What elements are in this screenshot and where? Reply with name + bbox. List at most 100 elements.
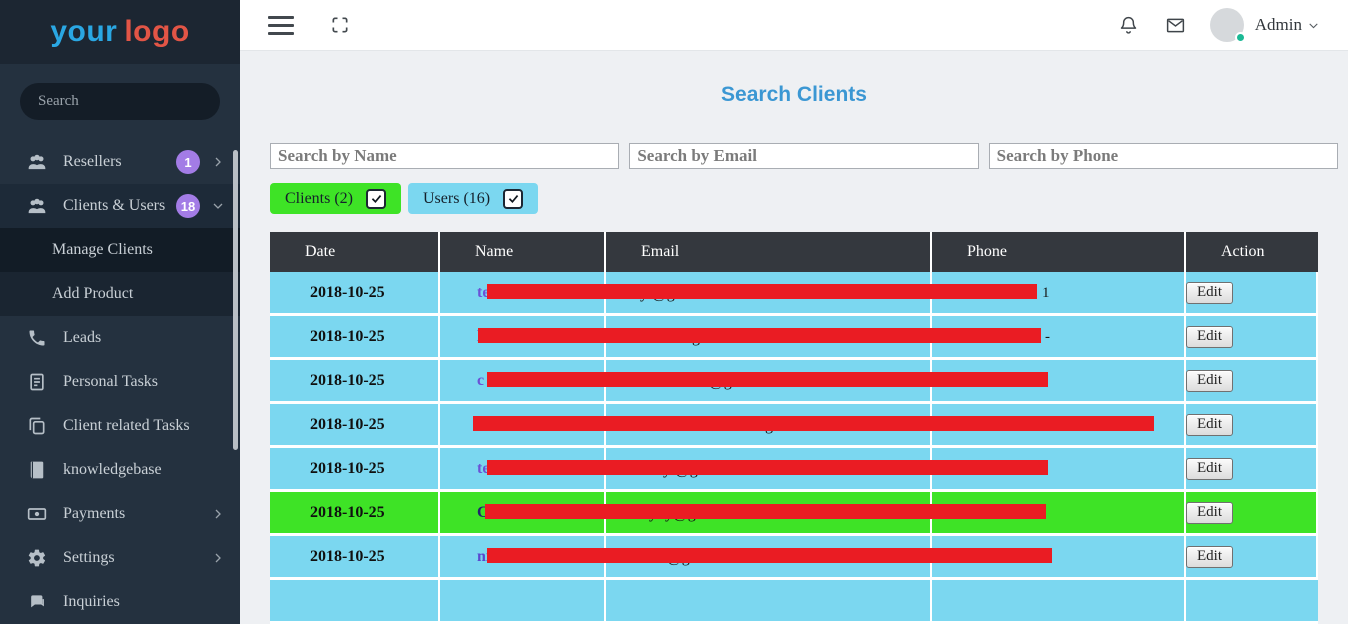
notifications-bell-icon[interactable] [1118,15,1139,36]
chevron-right-icon [212,508,224,520]
cell-date: 2018-10-25 [270,448,440,489]
column-header-email: Email [606,232,932,272]
cell-date: 2018-10-25 [270,360,440,401]
visible-text-fragment: 1 [1042,285,1050,302]
sidebar-item-add-product[interactable]: Add Product [0,272,240,316]
cell-action [1186,580,1318,621]
table-row: 2018-10-25niEdit@g [270,536,1318,580]
search-filters-row [270,143,1338,169]
cell-name [440,580,606,621]
column-header-action: Action [1186,232,1318,272]
fullscreen-icon[interactable] [330,15,350,35]
cell-date [270,580,440,621]
redaction-bar [473,416,1154,431]
document-icon [26,371,48,393]
sidebar-item-resellers[interactable]: Resellers 1 [0,140,240,184]
table-row: 2018-10-25lEditg- [270,316,1318,360]
sidebar-item-clients-users[interactable]: Clients & Users 18 [0,184,240,228]
user-menu-label[interactable]: Admin [1255,15,1302,35]
users-icon [26,195,48,217]
column-header-name: Name [440,232,606,272]
page-title: Search Clients [240,83,1348,107]
cell-phone [932,580,1186,621]
clients-table: Date Name Email Phone Action 2018-10-25t… [270,232,1318,624]
book-icon [26,459,48,481]
logo: your logo [0,0,240,64]
sidebar-nav: Resellers 1 Clients & Users 18 Manage Cl… [0,140,240,624]
clients-filter-label: Clients (2) [285,190,353,208]
sidebar-item-label: knowledgebase [63,461,162,479]
edit-button[interactable]: Edit [1186,458,1233,480]
sidebar-item-payments[interactable]: Payments [0,492,240,536]
table-header: Date Name Email Phone Action [270,232,1318,272]
table-row: 2018-10-25CEdity y@g [270,492,1318,536]
table-row [270,580,1318,624]
sidebar-item-settings[interactable]: Settings [0,536,240,580]
search-by-name-input[interactable] [270,143,619,169]
sidebar-item-label: Add Product [52,285,133,303]
column-header-phone: Phone [932,232,1186,272]
users-icon [26,151,48,173]
sidebar-item-label: Payments [63,505,125,523]
sidebar-item-label: Manage Clients [52,241,153,259]
column-header-date: Date [270,232,440,272]
main-content: Search Clients Clients (2) Users (16) [240,51,1348,624]
hamburger-menu-icon[interactable] [268,16,294,35]
cell-date: 2018-10-25 [270,272,440,313]
sidebar-item-personal-tasks[interactable]: Personal Tasks [0,360,240,404]
edit-button[interactable]: Edit [1186,326,1233,348]
search-by-email-input[interactable] [629,143,978,169]
type-filter-row: Clients (2) Users (16) [270,183,1348,214]
edit-button[interactable]: Edit [1186,502,1233,524]
cell-date: 2018-10-25 [270,404,440,445]
logo-part-your: your [50,15,117,49]
table-row: 2018-10-25teEdity @g1 [270,272,1318,316]
users-filter-toggle[interactable]: Users (16) [408,183,538,214]
table-row: 2018-10-25Editg [270,404,1318,448]
cell-action: Edit [1186,448,1318,489]
sidebar-item-inquiries[interactable]: Inquiries [0,580,240,624]
sidebar-item-knowledgebase[interactable]: knowledgebase [0,448,240,492]
clients-table-body: 2018-10-25teEdity @g12018-10-25lEditg-20… [270,272,1318,624]
copy-icon [26,415,48,437]
sidebar-item-label: Settings [63,549,115,567]
cell-action: Edit [1186,316,1318,357]
cell-action: Edit [1186,272,1318,313]
table-row: 2018-10-25cEdit@g [270,360,1318,404]
edit-button[interactable]: Edit [1186,370,1233,392]
logo-part-logo: logo [124,15,189,49]
messages-envelope-icon[interactable] [1165,15,1186,36]
search-by-phone-input[interactable] [989,143,1338,169]
edit-button[interactable]: Edit [1186,282,1233,304]
edit-button[interactable]: Edit [1186,546,1233,568]
cell-action: Edit [1186,360,1318,401]
online-status-dot [1235,32,1246,43]
users-checkbox[interactable] [503,189,523,209]
sidebar-item-leads[interactable]: Leads [0,316,240,360]
client-name-link[interactable]: c [477,372,484,390]
visible-text-fragment: - [1045,329,1050,346]
sidebar-scrollbar[interactable] [233,150,238,450]
cell-action: Edit [1186,404,1318,445]
chat-icon [26,591,48,613]
redaction-bar [487,548,1052,563]
sidebar-search-input[interactable] [20,83,220,120]
clients-filter-toggle[interactable]: Clients (2) [270,183,401,214]
redaction-bar [487,460,1048,475]
redaction-bar [487,284,1037,299]
cell-email [606,580,932,621]
clients-checkbox[interactable] [366,189,386,209]
chevron-down-icon [212,200,224,212]
gear-icon [26,547,48,569]
phone-icon [26,327,48,349]
user-avatar[interactable] [1210,8,1244,42]
sidebar-item-client-related-tasks[interactable]: Client related Tasks [0,404,240,448]
chevron-down-icon[interactable] [1307,19,1320,32]
redaction-bar [487,372,1048,387]
sidebar-item-label: Client related Tasks [63,417,190,435]
table-row: 2018-10-25teEdity @g [270,448,1318,492]
sidebar-item-manage-clients[interactable]: Manage Clients [0,228,240,272]
chevron-right-icon [212,552,224,564]
edit-button[interactable]: Edit [1186,414,1233,436]
cell-date: 2018-10-25 [270,492,440,533]
